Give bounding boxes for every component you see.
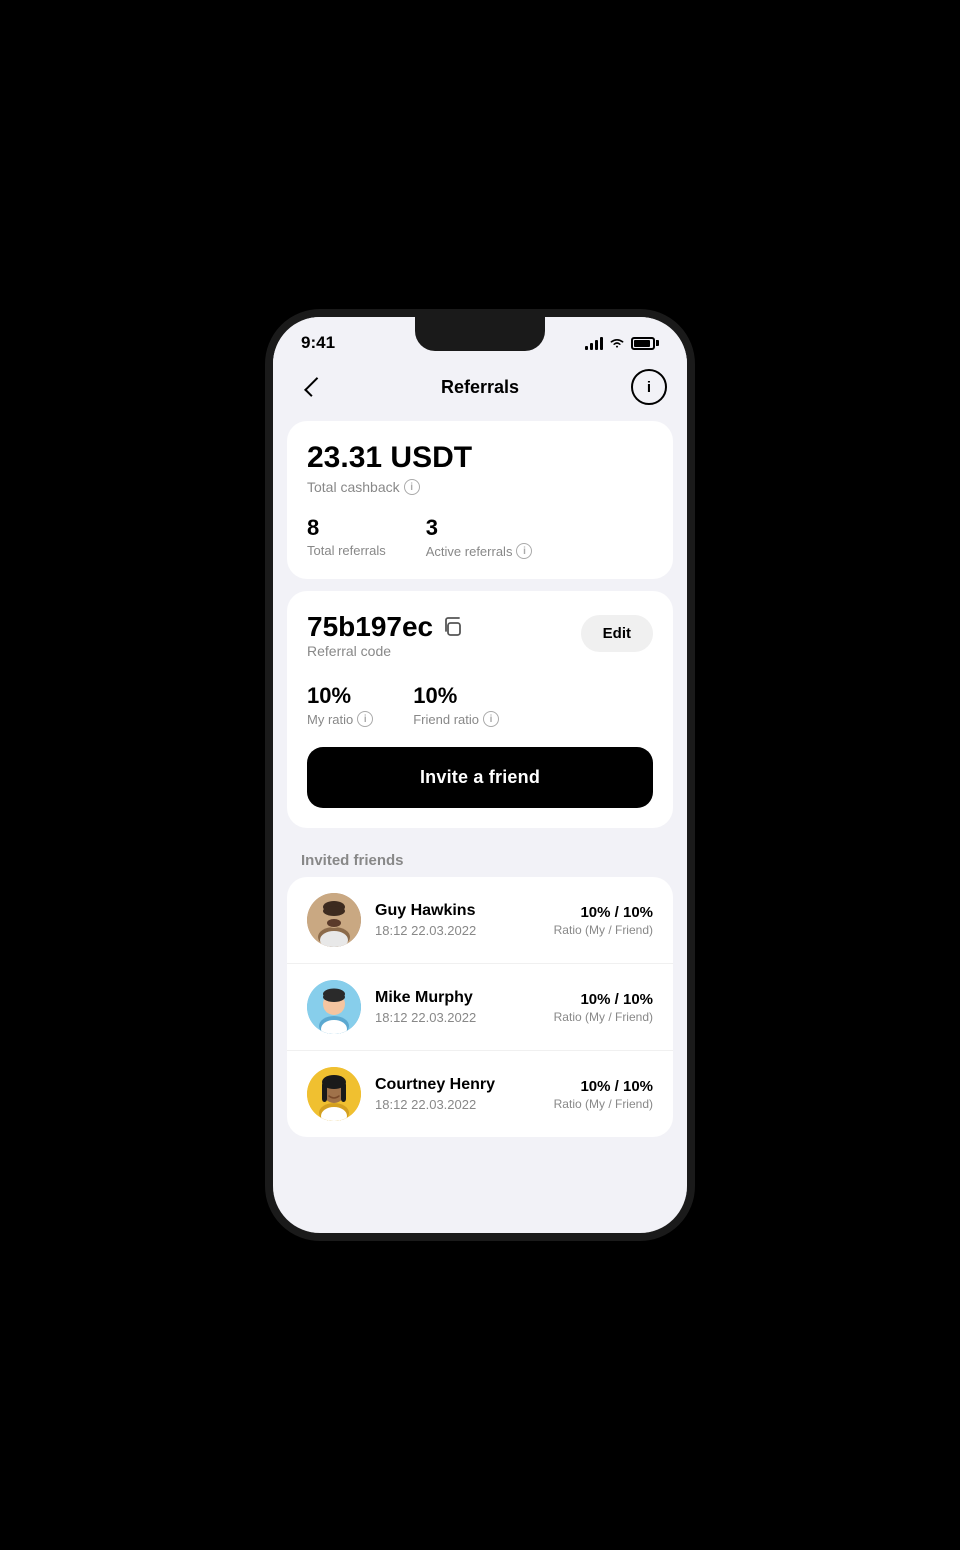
my-ratio-value: 10% xyxy=(307,683,373,709)
edit-button[interactable]: Edit xyxy=(581,615,653,652)
phone-screen: 9:41 xyxy=(273,317,687,1233)
active-referrals-value: 3 xyxy=(426,515,533,541)
friend-item[interactable]: Guy Hawkins 18:12 22.03.2022 10% / 10% R… xyxy=(287,877,673,964)
friend-ratio-value: 10% / 10% xyxy=(554,1078,653,1095)
referral-code: 75b197ec xyxy=(307,611,463,643)
friend-info: Guy Hawkins 18:12 22.03.2022 xyxy=(375,902,540,938)
my-ratio-info-icon[interactable]: i xyxy=(357,711,373,727)
friend-name: Mike Murphy xyxy=(375,989,540,1007)
friends-list: Guy Hawkins 18:12 22.03.2022 10% / 10% R… xyxy=(287,877,673,1137)
friend-item[interactable]: Mike Murphy 18:12 22.03.2022 10% / 10% R… xyxy=(287,964,673,1051)
cashback-label: Total cashback i xyxy=(307,479,653,495)
back-chevron-icon xyxy=(304,377,324,397)
referral-code-card: 75b197ec Referral code Edit 10% My ratio xyxy=(287,591,673,828)
my-ratio-label: My ratio i xyxy=(307,711,373,727)
avatar xyxy=(307,980,361,1034)
active-referrals-stat: 3 Active referrals i xyxy=(426,515,533,559)
friend-ratio-info-icon[interactable]: i xyxy=(483,711,499,727)
cashback-info-icon[interactable]: i xyxy=(404,479,420,495)
friend-ratio: 10% Friend ratio i xyxy=(413,683,499,727)
friend-ratio-label: Ratio (My / Friend) xyxy=(554,923,653,937)
friend-item[interactable]: Courtney Henry 18:12 22.03.2022 10% / 10… xyxy=(287,1051,673,1137)
cashback-amount: 23.31 USDT xyxy=(307,441,653,475)
friend-ratio-value: 10% / 10% xyxy=(554,991,653,1008)
avatar xyxy=(307,1067,361,1121)
friend-ratio-display: 10% / 10% Ratio (My / Friend) xyxy=(554,1078,653,1111)
total-referrals-label: Total referrals xyxy=(307,543,386,558)
active-referrals-label: Active referrals i xyxy=(426,543,533,559)
stats-row: 8 Total referrals 3 Active referrals i xyxy=(307,515,653,559)
info-icon: i xyxy=(647,379,651,396)
phone-frame: 9:41 xyxy=(265,309,695,1241)
friend-ratio-label: Friend ratio i xyxy=(413,711,499,727)
avatar xyxy=(307,893,361,947)
notch xyxy=(415,317,545,351)
ratio-row: 10% My ratio i 10% Friend ratio i xyxy=(307,683,653,727)
total-referrals-value: 8 xyxy=(307,515,386,541)
active-referrals-info-icon[interactable]: i xyxy=(516,543,532,559)
friend-ratio-display: 10% / 10% Ratio (My / Friend) xyxy=(554,904,653,937)
friend-ratio-value: 10% xyxy=(413,683,499,709)
page-title: Referrals xyxy=(441,377,519,398)
friend-ratio-label: Ratio (My / Friend) xyxy=(554,1097,653,1111)
my-ratio: 10% My ratio i xyxy=(307,683,373,727)
total-referrals-stat: 8 Total referrals xyxy=(307,515,386,559)
signal-icon xyxy=(585,336,603,350)
code-row: 75b197ec Referral code Edit xyxy=(307,611,653,679)
copy-icon[interactable] xyxy=(441,616,463,638)
status-time: 9:41 xyxy=(301,333,335,353)
header: Referrals i xyxy=(273,361,687,421)
bottom-spacer xyxy=(273,1149,687,1179)
friend-date: 18:12 22.03.2022 xyxy=(375,1097,540,1112)
code-label: Referral code xyxy=(307,643,463,659)
status-icons xyxy=(585,336,659,350)
cashback-card: 23.31 USDT Total cashback i 8 Total refe… xyxy=(287,421,673,579)
back-button[interactable] xyxy=(293,369,329,405)
friend-name: Courtney Henry xyxy=(375,1076,540,1094)
friend-info: Mike Murphy 18:12 22.03.2022 xyxy=(375,989,540,1025)
friend-ratio-display: 10% / 10% Ratio (My / Friend) xyxy=(554,991,653,1024)
friend-name: Guy Hawkins xyxy=(375,902,540,920)
invite-friend-button[interactable]: Invite a friend xyxy=(307,747,653,808)
friend-ratio-label: Ratio (My / Friend) xyxy=(554,1010,653,1024)
friend-date: 18:12 22.03.2022 xyxy=(375,923,540,938)
wifi-icon xyxy=(609,337,625,349)
info-button[interactable]: i xyxy=(631,369,667,405)
friend-ratio-value: 10% / 10% xyxy=(554,904,653,921)
invited-friends-section-label: Invited friends xyxy=(273,840,687,877)
friend-info: Courtney Henry 18:12 22.03.2022 xyxy=(375,1076,540,1112)
battery-icon xyxy=(631,337,659,350)
friend-date: 18:12 22.03.2022 xyxy=(375,1010,540,1025)
